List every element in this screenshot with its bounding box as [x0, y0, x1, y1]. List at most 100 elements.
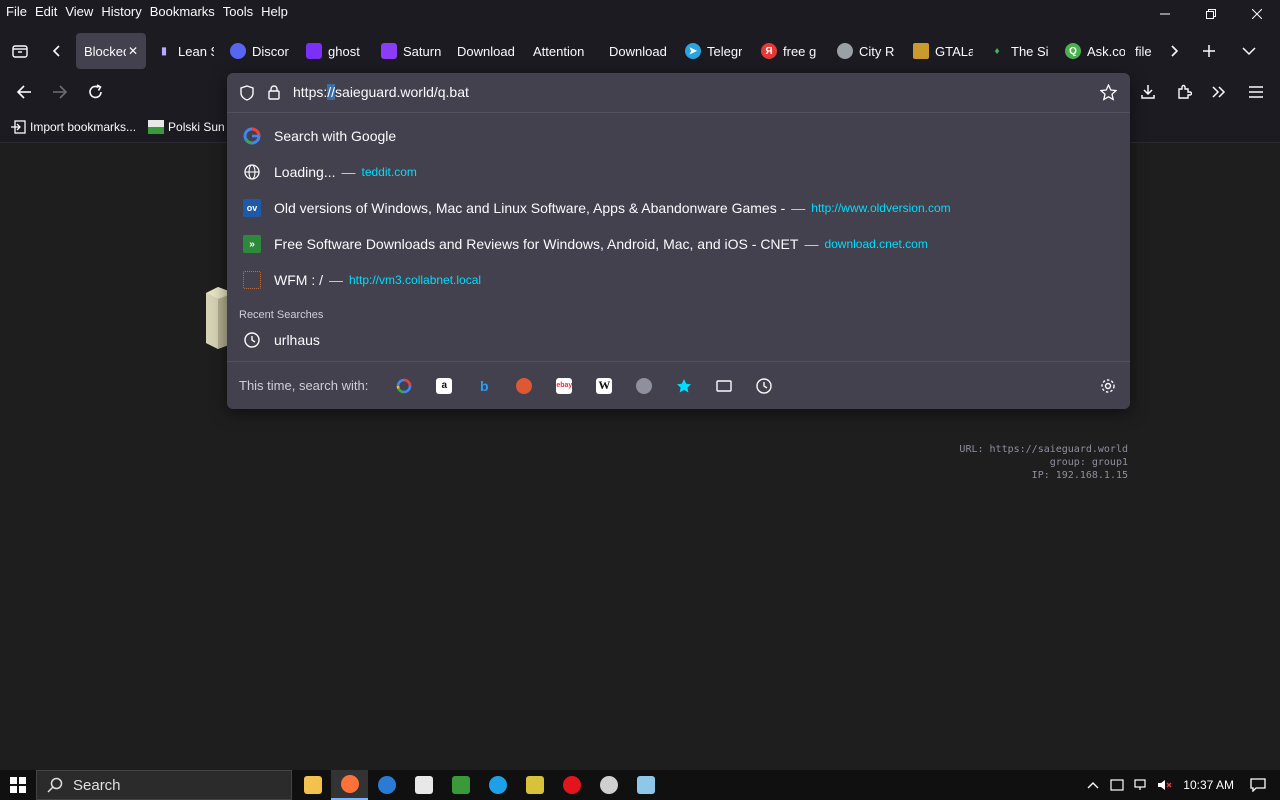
tab-lean[interactable]: ▮ Lean S — [148, 33, 222, 69]
new-tab-button[interactable] — [1189, 35, 1229, 67]
taskbar-settings[interactable] — [590, 770, 627, 800]
engine-duckduckgo-button[interactable] — [504, 370, 544, 402]
urlbar[interactable]: https://saieguard.world/q.bat — [227, 73, 1130, 113]
tab-download-1[interactable]: Download — [449, 33, 525, 69]
chevron-right-icon — [1171, 45, 1179, 57]
google-icon — [397, 378, 412, 393]
tab-telegram[interactable]: ➤ Telegr — [677, 33, 753, 69]
tab-label: Ask.co — [1087, 43, 1125, 59]
taskbar-app-green[interactable] — [442, 770, 479, 800]
result-cnet[interactable]: » Free Software Downloads and Reviews fo… — [237, 227, 1117, 261]
tab-label: Telegr — [707, 43, 743, 59]
url-selection: // — [327, 84, 336, 100]
search-icon — [47, 777, 63, 793]
tab-saturn[interactable]: Saturn — [373, 33, 449, 69]
menu-tools[interactable]: Tools — [219, 4, 257, 19]
start-button[interactable] — [0, 770, 36, 800]
taskbar-notepad[interactable] — [627, 770, 664, 800]
more-tools-button[interactable] — [1201, 76, 1237, 108]
taskbar-firefox[interactable] — [331, 770, 368, 800]
tab-label: Download — [457, 43, 515, 59]
search-bookmarks-button[interactable] — [664, 370, 704, 402]
tab-file[interactable]: file — [1133, 33, 1159, 69]
globe-icon — [243, 163, 261, 181]
search-settings-button[interactable] — [1088, 370, 1128, 402]
network-icon[interactable] — [1129, 779, 1153, 791]
taskbar-file-explorer[interactable] — [294, 770, 331, 800]
scroll-tabs-right-button[interactable] — [1159, 35, 1189, 67]
tab-label: Attention — [533, 43, 585, 59]
tray-app-icon[interactable] — [1105, 779, 1129, 791]
tab-city[interactable]: City R — [829, 33, 905, 69]
menu-history[interactable]: History — [97, 4, 145, 19]
tab-download-2[interactable]: Download — [601, 33, 677, 69]
app-menu-button[interactable] — [1238, 76, 1274, 108]
bookmark-polski[interactable]: Polski Sun — [148, 120, 225, 134]
shield-icon[interactable] — [239, 85, 255, 106]
forward-arrow-icon — [53, 85, 68, 99]
result-separator: — — [329, 272, 343, 288]
show-hidden-icons-button[interactable] — [1081, 781, 1105, 789]
tab-discord[interactable]: Discor — [222, 33, 298, 69]
search-tabs-button[interactable] — [704, 370, 744, 402]
engine-ebay-button[interactable]: ebay — [544, 370, 584, 402]
firefox-view-button[interactable] — [0, 35, 40, 67]
engine-wikipedia-button[interactable]: W — [584, 370, 624, 402]
reload-button[interactable] — [78, 76, 114, 108]
tab-ghost[interactable]: ghost — [298, 33, 373, 69]
lock-icon[interactable] — [267, 84, 281, 105]
engine-amazon-button[interactable]: a — [424, 370, 464, 402]
opera-icon — [562, 776, 581, 794]
result-separator: — — [804, 236, 819, 252]
taskbar-search-box[interactable]: Search — [36, 770, 292, 800]
menu-help[interactable]: Help — [257, 4, 292, 19]
menu-file[interactable]: File — [2, 4, 31, 19]
taskbar-app-x[interactable] — [405, 770, 442, 800]
result-search-google[interactable]: Search with Google — [237, 119, 1117, 153]
tab-label: file — [1135, 43, 1152, 59]
recent-search-urlhaus[interactable]: urlhaus — [237, 323, 1117, 357]
notifications-button[interactable] — [1246, 778, 1270, 792]
taskbar-app-globe[interactable] — [368, 770, 405, 800]
tab-free[interactable]: Я free g — [753, 33, 829, 69]
tab-attention[interactable]: Attention — [525, 33, 601, 69]
tab-the-si[interactable]: ♦ The Si — [981, 33, 1057, 69]
bookmark-import[interactable]: Import bookmarks... — [10, 120, 136, 134]
tab-gtala[interactable]: GTALa — [905, 33, 981, 69]
taskbar-downloader[interactable] — [516, 770, 553, 800]
back-button[interactable] — [6, 76, 42, 108]
downloads-button[interactable] — [1130, 76, 1166, 108]
result-separator: — — [791, 200, 806, 216]
taskbar-internet-explorer[interactable] — [479, 770, 516, 800]
close-window-button[interactable] — [1234, 0, 1280, 28]
tab-blocked[interactable]: Blocked ✕ — [76, 33, 146, 69]
menu-bookmarks[interactable]: Bookmarks — [146, 4, 219, 19]
engine-search-button[interactable] — [624, 370, 664, 402]
engine-bing-button[interactable]: b — [464, 370, 504, 402]
volume-muted-icon[interactable] — [1153, 779, 1177, 791]
bookmark-star-icon[interactable] — [1099, 83, 1118, 106]
extensions-button[interactable] — [1166, 76, 1202, 108]
result-oldversion[interactable]: ov Old versions of Windows, Mac and Linu… — [237, 191, 1117, 225]
ebay-icon: ebay — [556, 377, 573, 394]
url-input[interactable]: https://saieguard.world/q.bat — [293, 84, 469, 100]
result-teddit[interactable]: Loading... — teddit.com — [237, 155, 1117, 189]
taskbar-clock[interactable]: 10:37 AM — [1183, 778, 1234, 792]
list-all-tabs-button[interactable] — [1229, 35, 1269, 67]
engine-google-button[interactable] — [384, 370, 424, 402]
minimize-button[interactable] — [1142, 0, 1188, 28]
menu-view[interactable]: View — [61, 4, 97, 19]
result-url: download.cnet.com — [824, 237, 928, 251]
scroll-tabs-left-button[interactable] — [40, 35, 74, 67]
tab-strip: Blocked ✕ ▮ Lean S Discor ghost Saturn D… — [0, 32, 1280, 70]
forward-button[interactable] — [42, 76, 78, 108]
menu-edit[interactable]: Edit — [31, 4, 61, 19]
tab-label: City R — [859, 43, 895, 59]
close-tab-icon[interactable]: ✕ — [128, 44, 138, 58]
restore-button[interactable] — [1188, 0, 1234, 28]
search-history-button[interactable] — [744, 370, 784, 402]
taskbar-opera[interactable] — [553, 770, 590, 800]
result-wfm[interactable]: WFM : / — http://vm3.collabnet.local — [237, 263, 1117, 297]
tab-ask[interactable]: Q Ask.co — [1057, 33, 1133, 69]
settings-gear-icon — [599, 776, 618, 794]
